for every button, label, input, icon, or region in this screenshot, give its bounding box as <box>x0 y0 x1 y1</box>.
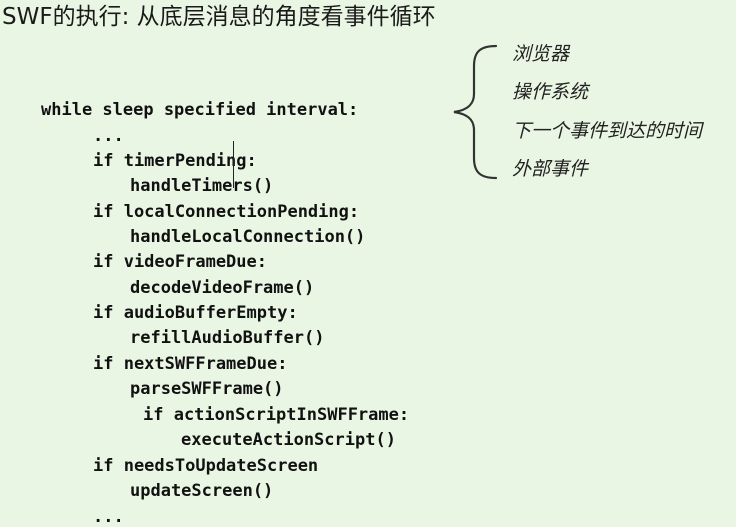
code-block: while sleep specified interval: ... if t… <box>0 0 736 527</box>
code-line-parse-frame: parseSWFFrame() <box>130 379 284 399</box>
curly-brace-icon <box>453 44 498 180</box>
annotation-external-events: 外部事件 <box>512 158 589 180</box>
code-line-ellipsis-top: ... <box>93 126 124 146</box>
text-cursor <box>233 141 234 188</box>
code-line-execute-actionscript: executeActionScript() <box>181 430 396 450</box>
code-line-handle-timers: handleTimers() <box>130 176 274 196</box>
annotation-next-event-time: 下一个事件到达的时间 <box>512 120 703 142</box>
code-line-if-update: if needsToUpdateScreen <box>93 456 319 476</box>
code-line-if-video: if videoFrameDue: <box>93 252 267 272</box>
code-line-if-next-frame: if nextSWFFrameDue: <box>93 354 288 374</box>
code-line-if-actionscript: if actionScriptInSWFFrame: <box>143 405 410 425</box>
code-line-handle-local: handleLocalConnection() <box>130 227 366 247</box>
code-line-if-local: if localConnectionPending: <box>93 202 360 222</box>
code-line-if-audio: if audioBufferEmpty: <box>93 303 298 323</box>
code-line-ellipsis-bottom: ... <box>93 507 124 527</box>
code-line-decode-video: decodeVideoFrame() <box>130 278 315 298</box>
annotation-os: 操作系统 <box>512 81 589 103</box>
code-line-update-screen: updateScreen() <box>130 481 274 501</box>
annotation-browser: 浏览器 <box>512 43 570 65</box>
code-line-while: while sleep specified interval: <box>41 100 359 120</box>
code-line-refill-audio: refillAudioBuffer() <box>130 328 325 348</box>
